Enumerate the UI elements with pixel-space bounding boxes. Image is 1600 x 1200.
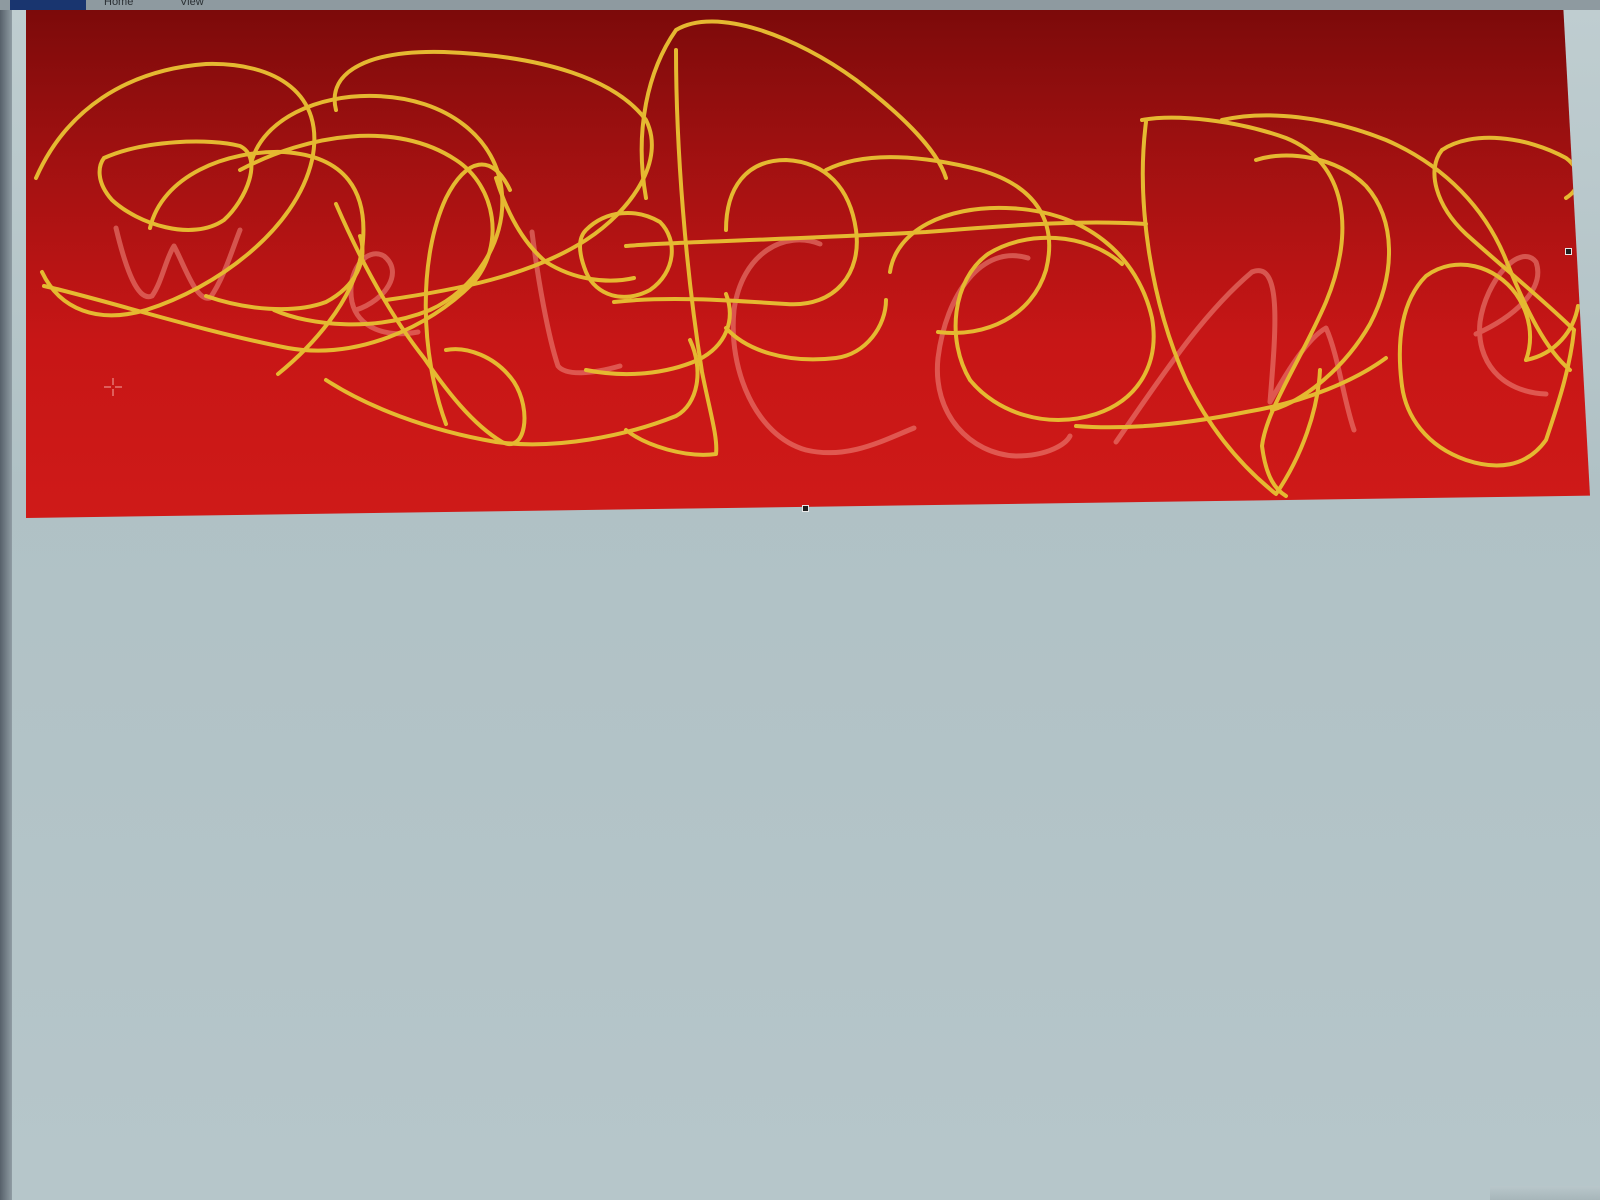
scribble-stroke [204, 234, 365, 312]
canvas-workspace[interactable] [12, 10, 1600, 1200]
ghost-text [113, 225, 1549, 459]
scribble-stroke [1440, 135, 1580, 200]
ghost-letter-c [730, 237, 917, 456]
scribble-stroke [953, 235, 1124, 382]
file-tab[interactable] [10, 0, 86, 10]
scribble-stroke [584, 292, 732, 377]
tab-view[interactable]: View [180, 0, 204, 10]
scribble-stroke [1140, 115, 1345, 498]
canvas-resize-handle-bottom[interactable] [802, 505, 809, 512]
tab-home[interactable]: Home [104, 0, 133, 10]
scribble-stroke [824, 155, 1052, 335]
scribble-stroke [1254, 153, 1391, 412]
left-window-edge [0, 10, 12, 1200]
scribble-stroke [34, 61, 317, 318]
ghost-letter-o [934, 253, 1073, 459]
scribble-stroke [494, 176, 636, 283]
scribble-stroke [624, 220, 1148, 248]
canvas-drawing [34, 19, 1580, 498]
canvas-resize-handle-right[interactable] [1565, 248, 1572, 255]
scribble-stroke [1432, 148, 1576, 332]
ribbon-bar: Home View [0, 0, 1600, 10]
status-bar-corner [1490, 1186, 1600, 1200]
drawing-canvas[interactable] [26, 10, 1590, 518]
scribble-stroke [324, 338, 700, 447]
scribble-stroke [332, 49, 654, 302]
scribble-stroke [1140, 120, 1322, 496]
ghost-letter-l [529, 229, 623, 376]
ghost-letter-w [113, 225, 243, 301]
yellow-scribbles [34, 19, 1580, 498]
scribble-stroke [724, 298, 888, 362]
scribble-stroke [612, 158, 859, 307]
crosshair-icon [104, 378, 122, 396]
scribble-stroke [423, 162, 512, 426]
scribble-stroke [578, 211, 674, 299]
scribble-stroke [639, 19, 948, 200]
scribble-stroke [1397, 262, 1533, 388]
